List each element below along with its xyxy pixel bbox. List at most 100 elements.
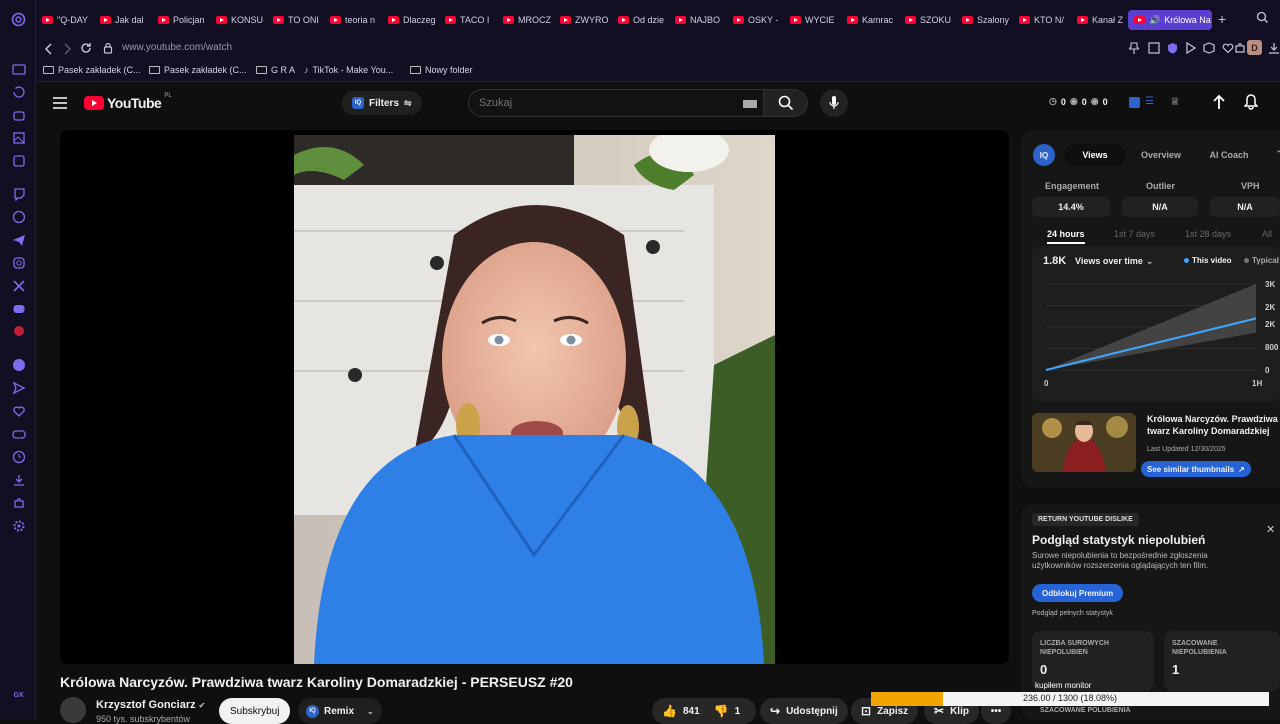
heart-icon[interactable] <box>11 403 26 418</box>
messenger-icon[interactable] <box>11 209 26 224</box>
keyboard-icon[interactable] <box>743 100 757 108</box>
browser-tab[interactable]: KTO N/ <box>1019 10 1069 30</box>
vidiq-icon[interactable] <box>1129 97 1140 108</box>
tab-overview[interactable]: Overview <box>1133 144 1189 166</box>
time-tab-28d[interactable]: 1st 28 days <box>1185 229 1231 239</box>
profile-avatar[interactable]: D <box>1247 40 1262 55</box>
new-tab-icon[interactable]: + <box>1218 11 1226 27</box>
spotify-icon[interactable] <box>11 357 26 372</box>
time-tab-all[interactable]: All <box>1262 229 1272 239</box>
browser-logo-icon[interactable] <box>11 12 26 27</box>
bookmark-folder[interactable]: Pasek zakładek (C... <box>43 65 141 75</box>
unlock-premium-button[interactable]: Odblokuj Premium <box>1032 584 1124 602</box>
upload-icon[interactable] <box>1212 94 1226 110</box>
bookmark-folder[interactable]: G R A <box>256 65 295 75</box>
download-tray-icon[interactable] <box>1268 42 1280 54</box>
tab-active[interactable]: 🔊 Królowa Na <box>1128 10 1212 30</box>
video-thumbnail[interactable] <box>1032 413 1136 472</box>
pin-icon[interactable] <box>1129 42 1139 54</box>
browser-tab[interactable]: TACO I <box>445 10 495 30</box>
send-icon[interactable] <box>11 380 26 395</box>
browser-tab[interactable]: ZWYRO <box>560 10 610 30</box>
filters-button[interactable]: IQ Filters ⇋ <box>342 91 422 115</box>
voice-search-button[interactable] <box>820 89 848 117</box>
instagram-icon[interactable] <box>11 255 26 270</box>
time-tab-24h[interactable]: 24 hours <box>1047 229 1085 244</box>
trophy-icon[interactable]: ♕ <box>1170 95 1180 108</box>
bookmark-folder[interactable]: Pasek zakładek (C... <box>149 65 247 75</box>
speaker-icon[interactable]: 🔊 <box>1149 15 1160 26</box>
back-icon[interactable] <box>44 43 54 55</box>
url-field[interactable]: www.youtube.com/watch <box>122 42 232 53</box>
channel-name[interactable]: Krzysztof Gonciarz <box>96 699 196 711</box>
shield-icon[interactable] <box>1167 42 1178 54</box>
see-similar-thumbnails-button[interactable]: See similar thumbnails ↗ <box>1141 461 1251 477</box>
clock-icon[interactable] <box>11 449 26 464</box>
wallet-icon[interactable] <box>1203 42 1215 54</box>
browser-tab[interactable]: Dlaczeg <box>388 10 438 30</box>
search-button[interactable] <box>764 89 808 117</box>
thumbs-up-icon[interactable]: 👍 <box>662 704 677 718</box>
image-icon[interactable] <box>11 130 26 145</box>
browser-tab[interactable]: "Q-DAY <box>42 10 92 30</box>
search-tabs-icon[interactable] <box>1256 11 1269 24</box>
hamburger-menu-icon[interactable] <box>53 97 67 109</box>
discord-icon[interactable] <box>11 301 26 316</box>
twitch-icon[interactable] <box>11 186 26 201</box>
favorite-heart-icon[interactable] <box>1222 42 1234 54</box>
channel-name-row[interactable]: Krzysztof Gonciarz ✔ <box>96 699 205 711</box>
browser-tab[interactable]: Od dzie <box>618 10 668 30</box>
share-button[interactable]: ↪ Udostępnij <box>760 698 848 724</box>
tab-views[interactable]: Views <box>1064 144 1126 166</box>
video-player[interactable] <box>60 130 1009 664</box>
browser-tab[interactable]: KONSU <box>216 10 266 30</box>
bookmark-tiktok[interactable]: ♪ TikTok - Make You... <box>304 65 393 75</box>
forward-icon[interactable] <box>62 43 72 55</box>
search-box[interactable] <box>468 89 764 117</box>
browser-tab[interactable]: NAJBO <box>675 10 725 30</box>
browser-tab[interactable]: MROCZ <box>503 10 553 30</box>
thumbs-down-icon[interactable]: 👎 <box>714 704 729 718</box>
vidiq-header-stats[interactable]: ◷ 0 ◉ 0 ◉ 0 <box>1049 96 1108 107</box>
browser-tab[interactable]: Kanał Z <box>1077 10 1127 30</box>
play-icon[interactable] <box>1185 42 1196 54</box>
extensions-icon[interactable] <box>11 495 26 510</box>
dislike-count[interactable]: 1 <box>735 706 741 717</box>
browser-tab[interactable]: SZOKU <box>905 10 955 30</box>
search-input[interactable] <box>479 95 729 111</box>
subscribe-button[interactable]: Subskrybuj <box>219 698 291 724</box>
notifications-bell-icon[interactable] <box>1244 94 1258 110</box>
tab-ai-coach[interactable]: AI Coach <box>1197 144 1261 166</box>
chevron-down-icon[interactable]: ⌄ <box>367 707 374 716</box>
settings-icon[interactable] <box>11 518 26 533</box>
browser-tab[interactable]: TO ONI <box>273 10 323 30</box>
reload-icon[interactable] <box>80 42 92 54</box>
gx-icon[interactable]: GX <box>11 688 26 703</box>
telegram-icon[interactable] <box>11 232 26 247</box>
chevron-up-icon[interactable]: ⌃ <box>1275 149 1280 160</box>
app-badge-icon[interactable] <box>11 323 26 338</box>
messenger-m-icon[interactable] <box>11 153 26 168</box>
history-icon[interactable] <box>11 84 26 99</box>
snapshot-icon[interactable] <box>1148 42 1160 54</box>
browser-tab[interactable]: Kamrac <box>847 10 897 30</box>
tabs-icon[interactable] <box>11 61 26 76</box>
download-icon[interactable] <box>11 472 26 487</box>
browser-tab[interactable]: Szalony <box>962 10 1012 30</box>
browser-tab[interactable]: OSKY - <box>733 10 783 30</box>
full-stats-link[interactable]: Podgląd pełnych statystyk <box>1032 610 1113 617</box>
site-info-icon[interactable] <box>103 42 113 54</box>
bookmark-folder[interactable]: Nowy folder <box>410 65 473 75</box>
browser-tab[interactable]: Policjan <box>158 10 208 30</box>
bot-icon[interactable] <box>11 107 26 122</box>
x-twitter-icon[interactable] <box>11 278 26 293</box>
extension-puzzle-icon[interactable] <box>1234 42 1246 54</box>
browser-tab[interactable]: WYCIE <box>790 10 840 30</box>
list-icon[interactable]: ☰ <box>1145 96 1154 107</box>
close-icon[interactable]: ✕ <box>1266 523 1275 536</box>
gamepad-icon[interactable] <box>11 426 26 441</box>
remix-button[interactable]: IQ Remix ⌄ <box>298 698 382 724</box>
like-count[interactable]: 841 <box>683 706 700 717</box>
browser-tab[interactable]: teoria n <box>330 10 380 30</box>
browser-tab[interactable]: Jak dal <box>100 10 150 30</box>
